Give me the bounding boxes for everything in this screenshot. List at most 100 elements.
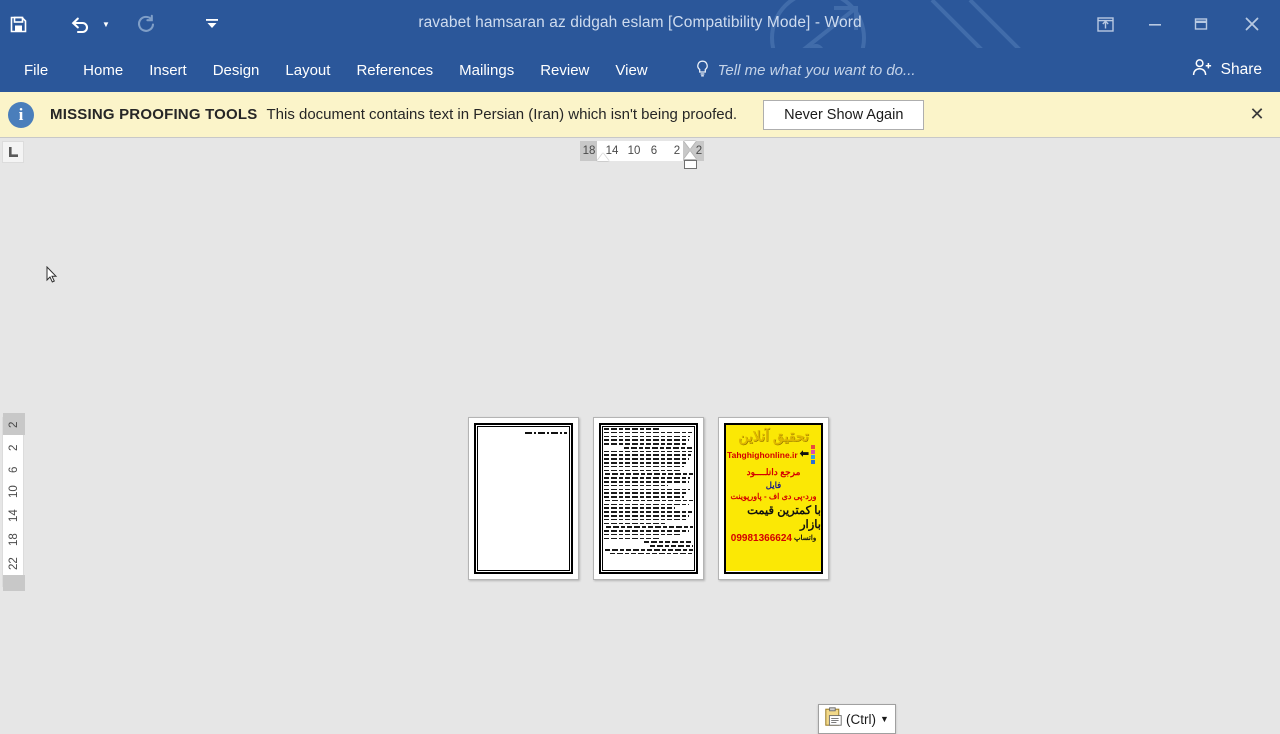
document-page-3[interactable]: تحقیق آنلاین Tahghighonline.ir ⬅ مرجع دا… xyxy=(718,417,829,580)
notification-message: This document contains text in Persian (… xyxy=(266,106,738,123)
ad-contact-row: واتساپ 09981366624 xyxy=(731,533,816,544)
ad-line-5: با کمترین قیمت بازار xyxy=(747,504,821,531)
text-line xyxy=(610,552,693,555)
tab-layout[interactable]: Layout xyxy=(272,48,343,92)
document-page-2[interactable] xyxy=(593,417,704,580)
text-line xyxy=(604,496,685,498)
page-1-border xyxy=(474,423,573,574)
text-line xyxy=(604,462,688,464)
ad-line-3: فایل xyxy=(765,479,782,490)
ad-line-2: مرجع دانلــــود xyxy=(746,466,801,477)
notification-close-icon[interactable]: ✕ xyxy=(1246,104,1268,126)
vruler-margin-bottom xyxy=(3,575,25,591)
ruler-tick-6: 6 xyxy=(650,145,658,157)
share-button[interactable]: Share xyxy=(1192,48,1262,92)
text-line xyxy=(604,473,693,475)
notification-title: MISSING PROOFING TOOLS xyxy=(50,106,258,123)
left-indent-box-marker[interactable] xyxy=(684,160,697,169)
tab-mailings[interactable]: Mailings xyxy=(446,48,527,92)
advertisement-image: تحقیق آنلاین Tahghighonline.ir ⬅ مرجع دا… xyxy=(726,425,821,571)
text-line xyxy=(604,492,688,494)
never-show-again-button[interactable]: Never Show Again xyxy=(763,99,925,130)
text-line xyxy=(604,443,686,445)
ad-title: تحقیق آنلاین xyxy=(738,428,809,444)
text-line xyxy=(604,458,690,460)
ad-website: Tahghighonline.ir xyxy=(727,449,798,460)
close-icon[interactable] xyxy=(1224,8,1280,40)
ad-phone-number: 09981366624 xyxy=(730,532,792,544)
tab-review[interactable]: Review xyxy=(527,48,602,92)
title-bar: ▼ ravabet hamsaran az didgah eslam [Comp… xyxy=(0,0,1280,48)
vruler-tick-18: 18 xyxy=(8,533,20,547)
page-thumbnails: تحقیق آنلاین Tahghighonline.ir ⬅ مرجع دا… xyxy=(468,417,829,580)
color-squares-icon xyxy=(811,445,820,465)
ad-website-row: Tahghighonline.ir ⬅ xyxy=(727,445,820,465)
text-line xyxy=(604,435,691,438)
tab-design[interactable]: Design xyxy=(200,48,273,92)
text-line xyxy=(604,514,689,517)
vruler-tick-2a: 2 xyxy=(8,421,20,429)
document-workspace[interactable]: 18 14 10 6 2 2 2 2 6 10 14 18 22 تحقیق آ… xyxy=(0,139,1280,734)
text-line xyxy=(604,533,683,536)
proofing-notification-bar: i MISSING PROOFING TOOLS This document c… xyxy=(0,92,1280,138)
vruler-tick-10: 10 xyxy=(8,485,20,499)
text-line xyxy=(604,518,686,521)
text-line xyxy=(623,446,693,449)
tell-me-placeholder: Tell me what you want to do... xyxy=(717,61,916,79)
vruler-tick-22: 22 xyxy=(8,557,20,571)
text-line xyxy=(604,469,680,472)
ribbon-tab-bar: File Home Insert Design Layout Reference… xyxy=(0,48,1280,92)
text-line xyxy=(604,549,693,551)
lightbulb-icon xyxy=(695,60,710,81)
ruler-tick-2a: 2 xyxy=(673,145,681,157)
page-1-header-rule xyxy=(525,432,567,434)
text-line xyxy=(604,484,669,487)
chevron-down-icon[interactable]: ▼ xyxy=(880,714,889,724)
hanging-indent-marker[interactable] xyxy=(684,151,696,159)
text-line xyxy=(604,439,689,441)
horizontal-ruler[interactable]: 18 14 10 6 2 2 xyxy=(0,139,1280,169)
ad-line-4: ورد-پی دی اف - پاورپوینت xyxy=(730,491,817,501)
right-indent-marker-top[interactable] xyxy=(684,141,696,149)
window-controls xyxy=(1078,0,1280,48)
text-line xyxy=(604,465,685,468)
text-line xyxy=(604,488,691,491)
document-page-1[interactable] xyxy=(468,417,579,580)
text-line xyxy=(605,526,693,528)
tab-home[interactable]: Home xyxy=(70,48,136,92)
text-line xyxy=(604,480,689,483)
text-line xyxy=(644,541,693,544)
vruler-tick-2b: 2 xyxy=(8,444,20,452)
vertical-ruler[interactable]: 2 2 6 10 14 18 22 xyxy=(2,413,25,591)
text-line xyxy=(604,522,667,525)
text-line xyxy=(604,530,689,532)
text-line xyxy=(604,507,676,509)
text-line xyxy=(604,511,693,513)
clipboard-icon xyxy=(825,707,842,731)
first-line-indent-marker[interactable] xyxy=(597,153,609,161)
paste-options-label: (Ctrl) xyxy=(846,711,876,727)
tab-insert[interactable]: Insert xyxy=(136,48,200,92)
ad-whatsapp-label: واتساپ xyxy=(793,535,817,543)
maximize-icon[interactable] xyxy=(1178,8,1224,40)
text-line xyxy=(604,454,692,457)
text-line xyxy=(604,537,660,540)
share-person-icon xyxy=(1192,58,1213,82)
paste-options-button[interactable]: (Ctrl) ▼ xyxy=(818,704,896,734)
arrow-left-icon: ⬅ xyxy=(799,448,809,461)
vruler-tick-6: 6 xyxy=(8,466,20,474)
text-line xyxy=(604,499,693,502)
text-line xyxy=(604,428,660,430)
tab-file[interactable]: File xyxy=(0,48,70,92)
tab-stop-selector-icon[interactable] xyxy=(2,141,24,163)
page-2-text-block xyxy=(604,428,693,571)
minimize-icon[interactable] xyxy=(1132,8,1178,40)
tab-view[interactable]: View xyxy=(602,48,660,92)
ruler-tick-10: 10 xyxy=(627,145,641,157)
ruler-tick-18: 18 xyxy=(582,145,596,157)
text-line xyxy=(650,545,693,547)
share-label: Share xyxy=(1220,61,1262,78)
tab-references[interactable]: References xyxy=(343,48,446,92)
ribbon-display-options-icon[interactable] xyxy=(1078,8,1132,40)
tell-me-search[interactable]: Tell me what you want to do... xyxy=(695,60,916,81)
